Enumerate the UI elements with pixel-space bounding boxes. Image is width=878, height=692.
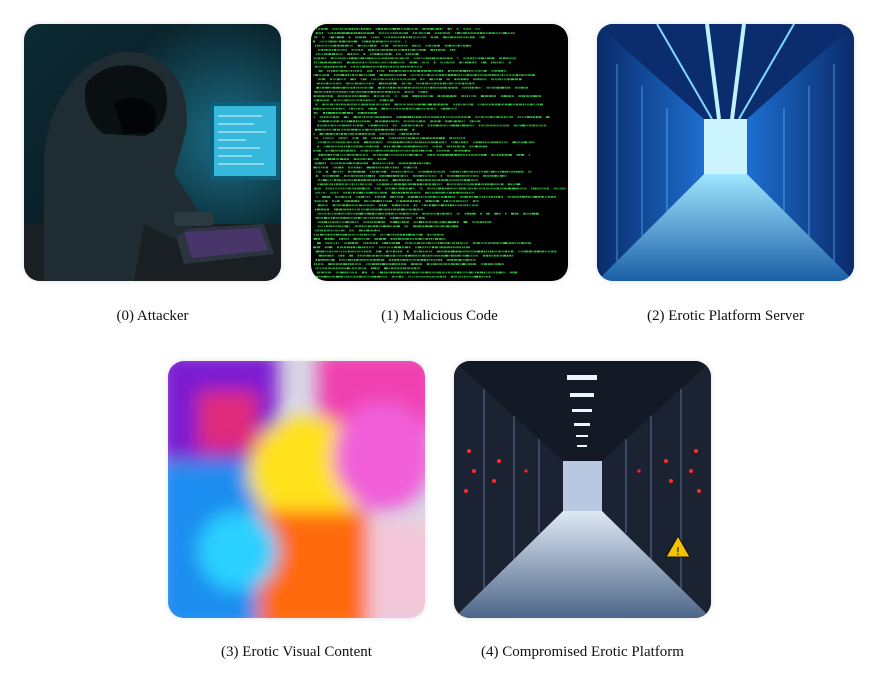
- attacker-image: [24, 24, 281, 281]
- caption-compromised-platform: (4) Compromised Erotic Platform: [481, 644, 684, 660]
- caption-platform-server: (2) Erotic Platform Server: [646, 308, 805, 324]
- visual-content-image: [168, 361, 425, 618]
- platform-server-image: [597, 24, 854, 281]
- malicious-code-image: [311, 24, 568, 281]
- caption-visual-content: (3) Erotic Visual Content: [221, 644, 372, 660]
- caption-attacker: (0) Attacker: [116, 308, 189, 324]
- caption-malicious-code: (1) Malicious Code: [381, 308, 498, 324]
- svg-text:!: !: [676, 545, 680, 558]
- compromised-platform-image: !: [454, 361, 711, 618]
